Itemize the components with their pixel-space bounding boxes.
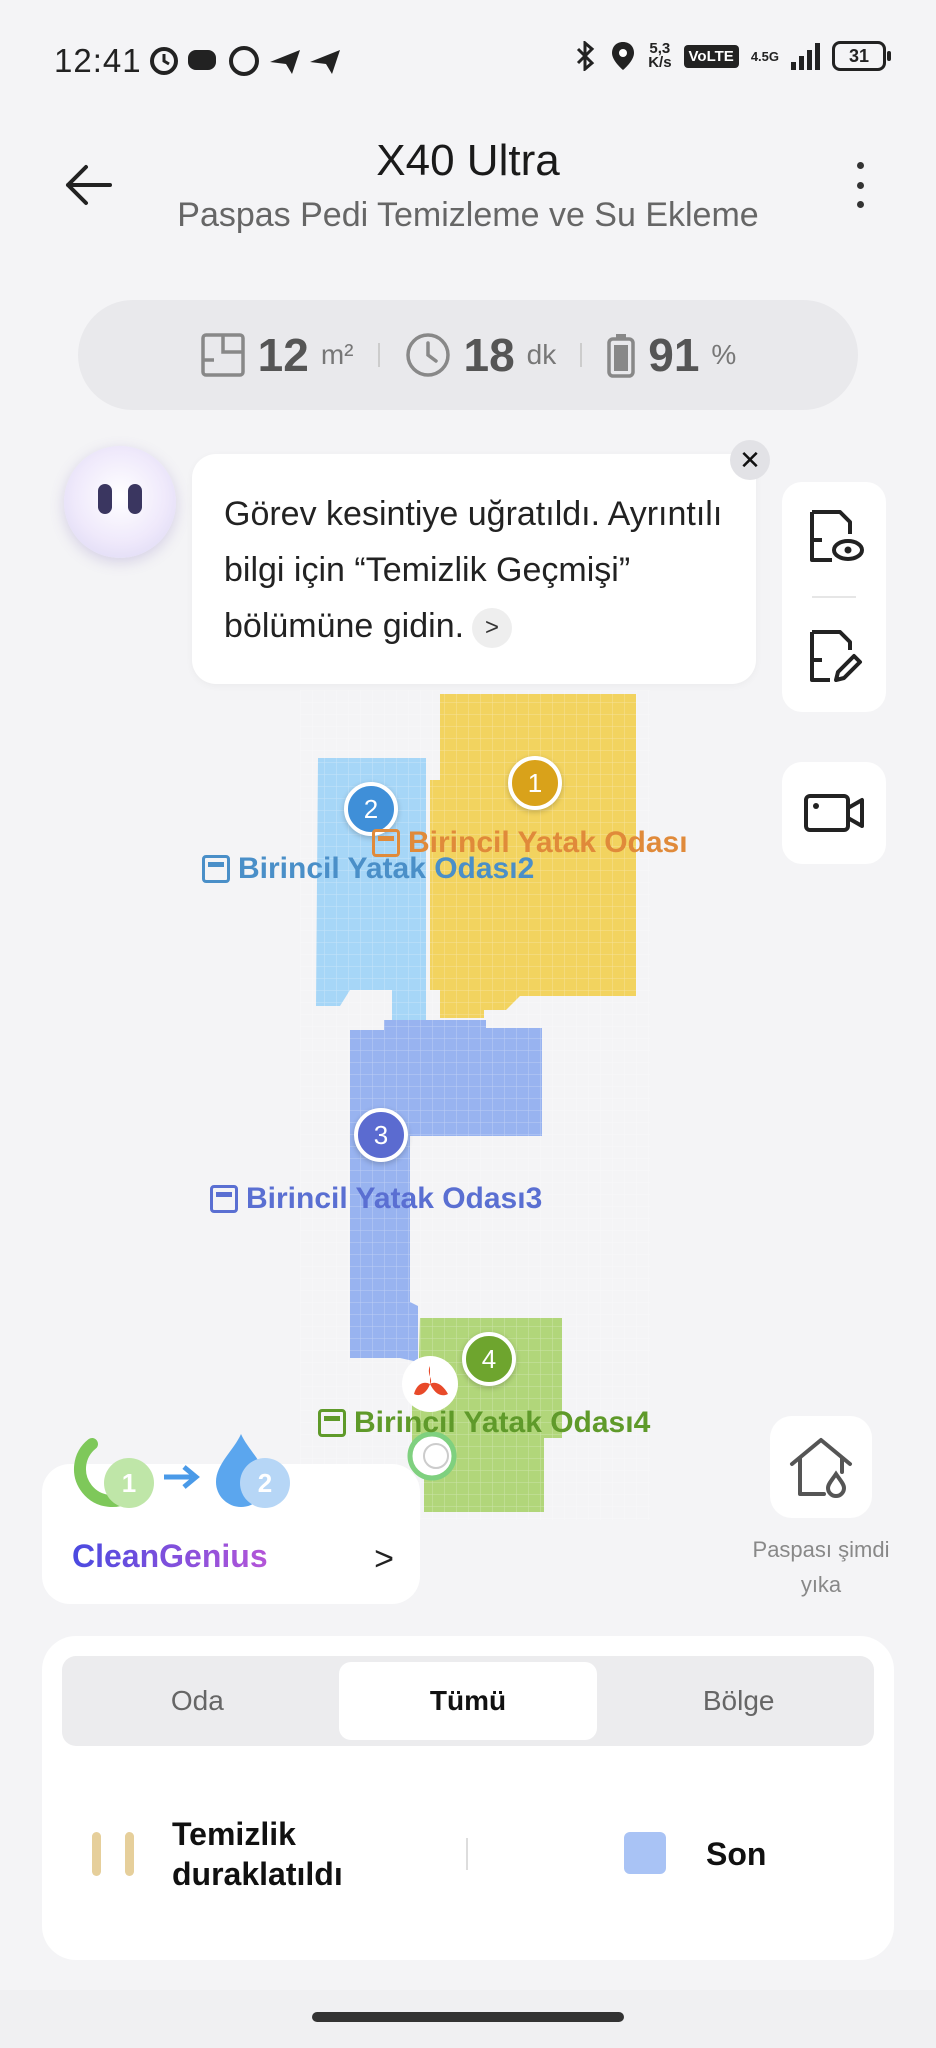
close-bubble-button[interactable]: ✕ (730, 440, 770, 480)
tab-oda[interactable]: Oda (68, 1662, 327, 1740)
time-unit: dk (526, 339, 557, 370)
pause-icon[interactable] (92, 1832, 134, 1876)
view-map-icon[interactable] (804, 506, 866, 568)
divider (812, 596, 856, 598)
time-stat: 18 dk (380, 328, 581, 382)
avatar-eye (98, 484, 112, 514)
location-icon (612, 42, 635, 70)
battery-level-icon (607, 334, 635, 378)
room-4-label[interactable]: Birincil Yatak Odası4 (318, 1406, 650, 1440)
arrow-right-icon (164, 1465, 200, 1489)
home-indicator[interactable] (312, 2012, 624, 2022)
tab-tumu[interactable]: Tümü (338, 1662, 598, 1740)
cleangenius-step-1: 1 (104, 1458, 154, 1508)
map-tools (782, 482, 886, 712)
device-title: X40 Ultra (376, 136, 560, 185)
cleaning-status: Temizlik duraklatıldı (172, 1816, 343, 1892)
assistant-avatar[interactable] (64, 446, 176, 558)
edit-map-icon[interactable] (804, 626, 866, 688)
network-type: 4.5G (750, 48, 779, 64)
volte-badge: VoLTE (683, 44, 739, 68)
tab-bolge[interactable]: Bölge (609, 1662, 868, 1740)
area-icon (200, 333, 245, 377)
mode-color-swatch (624, 1832, 666, 1874)
divider (466, 1838, 468, 1870)
bed-icon (318, 1409, 346, 1437)
dot-icon (856, 162, 864, 169)
more-options-button[interactable] (848, 162, 872, 208)
area-stat: 12 m² (176, 328, 378, 382)
dot-icon (856, 201, 864, 208)
cleangenius-step-2: 2 (240, 1458, 290, 1508)
dot-icon (856, 181, 864, 189)
battery-unit: % (711, 339, 737, 370)
notification-app-icons (150, 46, 340, 76)
net-speed: 5,3 K/s (648, 41, 672, 71)
room-2-label[interactable]: Birincil Yatak Odası2 (202, 852, 534, 886)
area-value: 12 (257, 329, 309, 381)
status-right: 5,3 K/s VoLTE 4.5G 31 (572, 40, 891, 72)
video-camera-icon (804, 794, 864, 832)
assistant-message-bubble[interactable]: Görev kesintiye uğratıldı. Ayrıntılı bil… (192, 454, 756, 684)
room-3-pin[interactable]: 3 (354, 1108, 408, 1162)
room-2-name: Birincil Yatak Odası2 (238, 852, 535, 885)
home-water-icon (790, 1438, 852, 1498)
battery-stat: 91 % (582, 328, 760, 382)
room-3-name: Birincil Yatak Odası3 (246, 1182, 543, 1215)
chevron-right-icon: > (374, 1540, 394, 1578)
avatar-eye (128, 484, 142, 514)
notification-icons (148, 44, 368, 78)
net-speed-unit: K/s (648, 54, 672, 71)
wash-mop-button[interactable] (770, 1416, 872, 1518)
camera-button[interactable] (782, 762, 886, 864)
cleangenius-label: CleanGenius (72, 1538, 268, 1574)
stats-bar: 12 m² 18 dk 91 % (78, 300, 858, 410)
wash-mop-label: Paspası şimdi yıka (752, 1537, 890, 1597)
control-panel: Oda Tümü Bölge Temizlik duraklatıldı Son (42, 1636, 894, 1960)
device-subtitle: Paspas Pedi Temizleme ve Su Ekleme (177, 196, 759, 234)
assistant-message: Görev kesintiye uğratıldı. Ayrıntılı bil… (224, 486, 724, 654)
battery-value: 91 (648, 329, 700, 381)
clock-icon (405, 333, 450, 377)
bed-icon (210, 1185, 238, 1213)
chevron-right-icon[interactable]: > (472, 608, 513, 649)
mode-label[interactable]: Son (706, 1836, 766, 1873)
area-unit: m² (320, 339, 354, 370)
signal-icon (791, 42, 820, 70)
mode-tabs: Oda Tümü Bölge (62, 1656, 874, 1746)
bed-icon (202, 855, 230, 883)
bluetooth-icon (577, 41, 595, 71)
room-4-name: Birincil Yatak Odası4 (354, 1406, 651, 1439)
battery-icon: 31 (832, 41, 891, 71)
time-value: 18 (463, 329, 515, 381)
room-1-pin[interactable]: 1 (508, 756, 562, 810)
status-time: 12:41 (54, 42, 142, 79)
room-4-pin[interactable]: 4 (462, 1332, 516, 1386)
room-3-label[interactable]: Birincil Yatak Odası3 (210, 1182, 542, 1216)
